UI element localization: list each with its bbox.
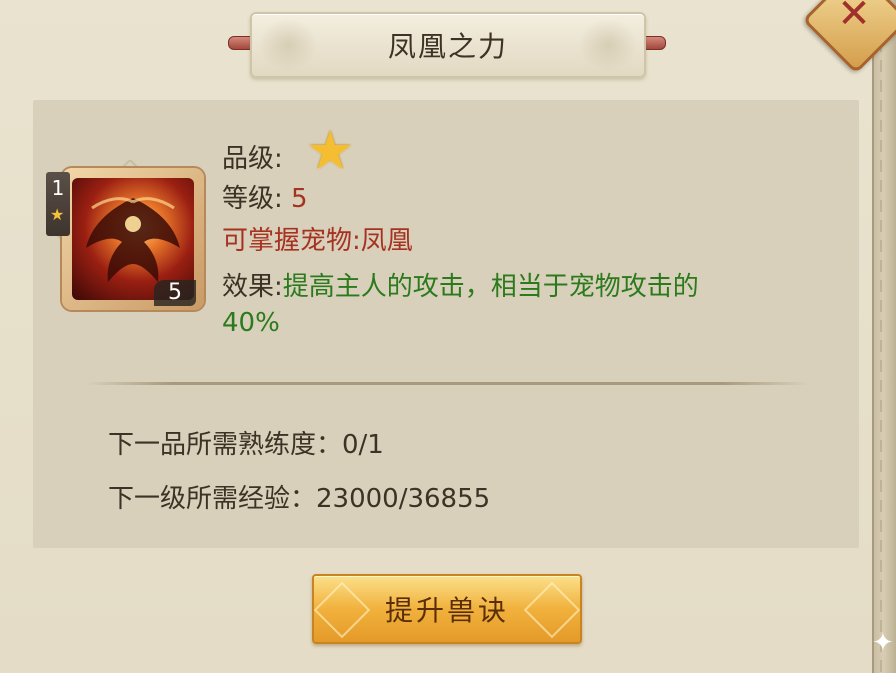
close-icon[interactable]: ✕ — [832, 0, 876, 36]
level-value: 5 — [291, 184, 308, 214]
skill-level-badge: 5 — [154, 280, 196, 306]
next-level-requirement: 下一级所需经验：23000/36855 — [108, 484, 491, 514]
pet-value: 凤凰 — [360, 226, 413, 256]
effect-row: 效果:提高主人的攻击，相当于宠物攻击的 — [222, 266, 699, 303]
effect-label: 效果: — [222, 272, 283, 302]
divider — [86, 382, 808, 385]
pet-row: 可掌握宠物:凤凰 — [222, 220, 413, 257]
upgrade-button-label: 提升兽诀 — [384, 594, 509, 627]
level-label: 等级: — [222, 184, 283, 214]
next-grade-requirement: 下一品所需熟练度：0/1 — [108, 430, 384, 460]
panel-edge — [872, 0, 896, 673]
upgrade-skill-button[interactable]: 提升兽诀 — [312, 574, 582, 644]
rank-number: 1 — [51, 176, 65, 200]
pet-label: 可掌握宠物: — [222, 226, 361, 256]
grade-label: 品级: — [222, 144, 283, 174]
rank-star-icon: ★ — [50, 205, 65, 224]
dialog-title: 凤凰之力 — [387, 30, 508, 63]
level-row: 等级: 5 — [222, 178, 308, 215]
sparkle-icon: ✦ — [872, 628, 894, 658]
effect-value-continued: 40% — [222, 308, 280, 338]
star-icon: ★ — [306, 119, 355, 182]
effect-value: 提高主人的攻击，相当于宠物攻击的 — [282, 272, 699, 302]
title-banner: 凤凰之力 — [250, 12, 646, 78]
